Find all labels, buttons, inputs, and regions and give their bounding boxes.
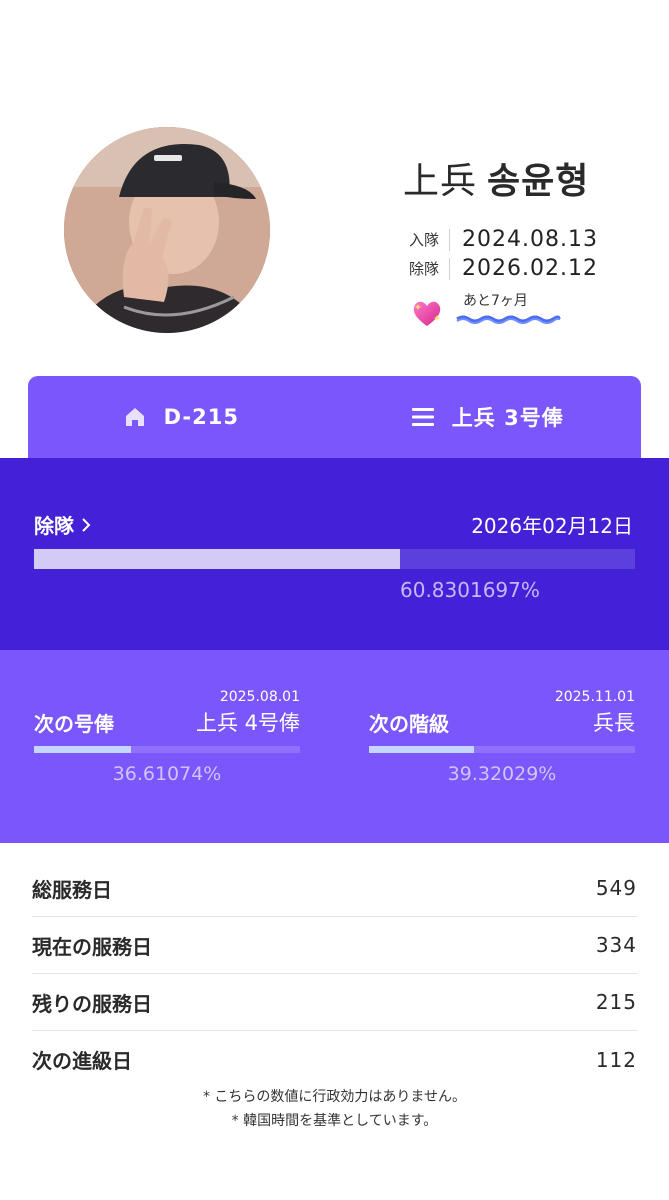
next-section: 次の号俸 2025.08.01 上兵 4号俸 36.61074% 次の階級 20… [0, 650, 669, 843]
stat-value: 215 [595, 990, 637, 1014]
discharge-full-date: 2026年02月12日 [471, 514, 633, 538]
redacted-scribble [456, 315, 561, 324]
stat-row-total: 総服務日 549 [32, 860, 637, 917]
discharge-link[interactable]: 除隊 [34, 510, 92, 539]
next-pay-grade-target: 上兵 4号俸 [195, 711, 300, 735]
stat-label: 現在の服務日 [32, 934, 152, 959]
home-icon [124, 406, 146, 428]
avatar-image [64, 127, 270, 333]
disclaimer-note: * こちらの数値に行政効力はありません。 [202, 1089, 467, 1105]
disclaimer-note: * 韓国時間を基準としています。 [231, 1113, 438, 1129]
stat-value: 549 [595, 876, 637, 900]
stat-label: 残りの服務日 [32, 991, 152, 1016]
page: 上兵송윤형 入隊 2024.08.13 除隊 2026.02.12 あと7ヶ月 [0, 0, 669, 1200]
discharge-progress-bar [34, 549, 635, 569]
next-rank-progress-fill [369, 746, 474, 753]
tab-bar: D-215 上兵 3号俸 [28, 376, 641, 458]
tab-d-day[interactable]: D-215 [28, 376, 335, 458]
tab-pay-grade[interactable]: 上兵 3号俸 [335, 376, 642, 458]
next-rank-title: 次の階級 [369, 712, 449, 736]
discharge-date: 2026.02.12 [462, 256, 598, 281]
remaining-text: あと7ヶ月 [463, 293, 528, 309]
profile-person-name: 송윤형 [487, 161, 590, 202]
chevron-right-icon [82, 517, 91, 532]
stat-row-current: 現在の服務日 334 [32, 917, 637, 974]
tab-pay-grade-label: 上兵 3号俸 [451, 406, 564, 430]
profile-rank: 上兵 [403, 161, 478, 202]
next-rank-percent: 39.32029% [447, 763, 557, 785]
next-pay-grade-title: 次の号俸 [34, 712, 114, 736]
service-dates: 入隊 2024.08.13 除隊 2026.02.12 [409, 225, 598, 283]
disclaimer-notes: * こちらの数値に行政効力はありません。 * 韓国時間を基準としています。 [0, 1085, 669, 1133]
enlist-date: 2024.08.13 [462, 227, 598, 252]
discharge-label: 除隊 [409, 260, 440, 278]
profile-avatar [64, 127, 270, 333]
discharge-section: 除隊 2026年02月12日 60.8301697% [0, 458, 669, 650]
next-pay-grade-progress-fill [34, 746, 132, 753]
discharge-percent: 60.8301697% [400, 578, 540, 602]
next-pay-grade-progress-bar [34, 746, 300, 753]
stat-value: 334 [595, 933, 637, 957]
tab-d-day-label: D-215 [163, 405, 239, 429]
stat-row-next-promotion: 次の進級日 112 [32, 1031, 637, 1088]
service-stats: 総服務日 549 現在の服務日 334 残りの服務日 215 次の進級日 112 [32, 860, 637, 1088]
next-pay-grade-card: 次の号俸 2025.08.01 上兵 4号俸 36.61074% [34, 650, 300, 843]
discharge-row: 除隊 2026.02.12 [409, 254, 598, 283]
profile-name: 上兵 송윤형 [403, 152, 589, 204]
next-rank-progress-bar [369, 746, 635, 753]
stat-value: 112 [595, 1047, 637, 1072]
next-pay-grade-date: 2025.08.01 [219, 689, 300, 705]
enlist-row: 入隊 2024.08.13 [409, 225, 598, 254]
menu-icon [411, 408, 434, 426]
date-divider [449, 228, 450, 251]
stat-label: 総服務日 [32, 877, 112, 902]
sparkling-heart-icon [413, 301, 441, 326]
discharge-title: 除隊 [34, 514, 74, 538]
next-rank-date: 2025.11.01 [554, 689, 635, 705]
stat-row-remaining: 残りの服務日 215 [32, 974, 637, 1031]
next-pay-grade-percent: 36.61074% [112, 763, 222, 785]
date-divider [449, 257, 450, 280]
discharge-progress-fill [34, 549, 400, 569]
enlist-label: 入隊 [409, 231, 440, 249]
stat-label: 次の進級日 [32, 1049, 132, 1073]
next-rank-card: 次の階級 2025.11.01 兵長 39.32029% [369, 650, 635, 843]
next-rank-target: 兵長 [593, 711, 635, 735]
